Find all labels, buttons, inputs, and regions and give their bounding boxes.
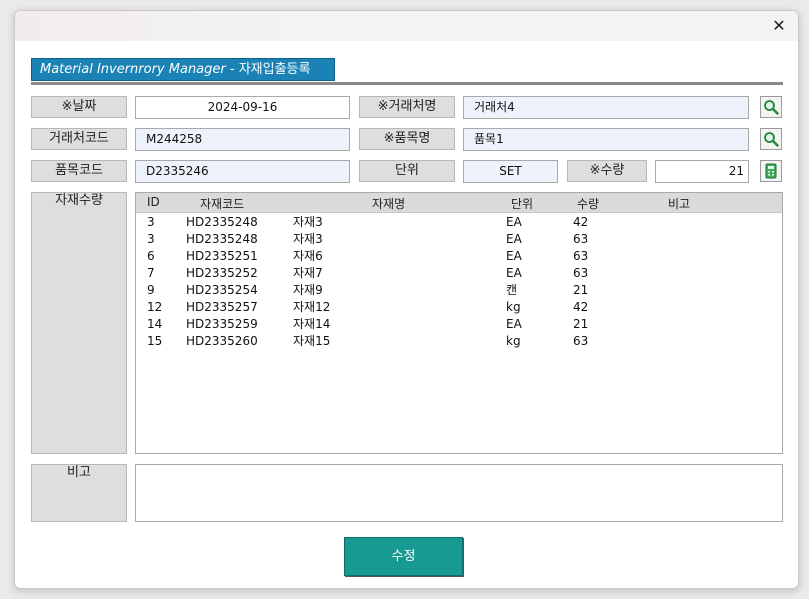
col-header-code: 자재코드 [200,197,245,211]
table-row[interactable]: 9 HD2335254 자재9 캔 21 [136,282,782,299]
cell-qty: 63 [573,334,589,348]
date-label: ※날짜 [31,96,127,118]
search-icon [764,132,779,147]
item-code-field[interactable]: D2335246 [135,160,350,183]
vendor-code-field[interactable]: M244258 [135,128,350,151]
vendor-name-field[interactable]: 거래처4 [463,96,749,119]
table-row[interactable]: 3 HD2335248 자재3 EA 63 [136,231,782,248]
cell-id: 12 [147,300,163,314]
cell-unit: kg [506,334,521,348]
calculator-button[interactable] [760,160,782,182]
vendor-code-label: 거래처코드 [31,128,127,150]
cell-id: 7 [147,266,155,280]
app-title-ko: 자재입출등록 [238,62,311,77]
cell-unit: EA [506,215,522,229]
cell-code: HD2335257 [186,300,258,314]
col-header-unit: 단위 [511,197,534,211]
close-button[interactable]: ✕ [766,14,792,38]
item-code-label: 품목코드 [31,160,127,182]
search-icon [764,100,779,115]
table-row[interactable]: 7 HD2335252 자재7 EA 63 [136,265,782,282]
cell-code: HD2335248 [186,232,258,246]
item-name-field[interactable]: 품목1 [463,128,749,151]
edit-button[interactable]: 수정 [344,537,463,576]
unit-field[interactable]: SET [463,160,558,183]
cell-id: 15 [147,334,163,348]
col-header-qty: 수량 [577,197,600,211]
date-field[interactable]: 2024-09-16 [135,96,350,119]
cell-qty: 63 [573,249,589,263]
cell-id: 14 [147,317,163,331]
cell-qty: 42 [573,300,589,314]
cell-unit: EA [506,266,522,280]
cell-unit: EA [506,232,522,246]
cell-name: 자재6 [293,249,323,263]
table-row[interactable]: 6 HD2335251 자재6 EA 63 [136,248,782,265]
material-qty-label: 자재수량 [31,192,127,454]
item-name-label: ※품목명 [359,128,455,150]
cell-code: HD2335254 [186,283,258,297]
title-separator: - [225,62,239,77]
cell-id: 6 [147,249,155,263]
cell-id: 3 [147,215,155,229]
col-header-name: 자재명 [372,197,406,211]
cell-qty: 21 [573,317,589,331]
remarks-label: 비고 [31,464,127,522]
header-divider [31,82,783,85]
cell-unit: 캔 [506,283,518,297]
cell-unit: EA [506,317,522,331]
qty-field[interactable]: 21 [655,160,749,183]
list-header: ID 자재코드 자재명 단위 수량 비고 [136,193,782,213]
cell-name: 자재12 [293,300,331,314]
title-bar: ✕ [15,11,798,41]
cell-name: 자재7 [293,266,323,280]
table-row[interactable]: 14 HD2335259 자재14 EA 21 [136,316,782,333]
item-search-button[interactable] [760,128,782,150]
cell-qty: 63 [573,266,589,280]
calculator-icon [765,163,777,179]
dialog-window: ✕ Material Invernrory Manager - 자재입출등록 ※… [14,10,799,589]
app-title-en: Material Invernrory Manager [40,62,226,77]
vendor-search-button[interactable] [760,96,782,118]
cell-name: 자재3 [293,232,323,246]
cell-code: HD2335260 [186,334,258,348]
vendor-name-label: ※거래처명 [359,96,455,118]
cell-name: 자재14 [293,317,331,331]
cell-id: 3 [147,232,155,246]
cell-name: 자재15 [293,334,331,348]
cell-name: 자재9 [293,283,323,297]
cell-unit: EA [506,249,522,263]
col-header-note: 비고 [668,197,691,211]
col-header-id: ID [147,195,160,209]
cell-unit: kg [506,300,521,314]
cell-code: HD2335252 [186,266,258,280]
page-title: Material Invernrory Manager - 자재입출등록 [31,58,335,81]
remarks-field[interactable] [135,464,783,522]
unit-label: 단위 [359,160,455,182]
cell-qty: 21 [573,283,589,297]
close-icon: ✕ [772,16,786,35]
qty-label: ※수량 [567,160,647,182]
table-row[interactable]: 3 HD2335248 자재3 EA 42 [136,214,782,231]
cell-id: 9 [147,283,155,297]
cell-code: HD2335251 [186,249,258,263]
cell-qty: 63 [573,232,589,246]
cell-code: HD2335248 [186,215,258,229]
table-row[interactable]: 12 HD2335257 자재12 kg 42 [136,299,782,316]
cell-qty: 42 [573,215,589,229]
cell-name: 자재3 [293,215,323,229]
material-list[interactable]: ID 자재코드 자재명 단위 수량 비고 3 HD2335248 자재3 EA 42 3 H… [135,192,783,454]
cell-code: HD2335259 [186,317,258,331]
table-row[interactable]: 15 HD2335260 자재15 kg 63 [136,333,782,350]
